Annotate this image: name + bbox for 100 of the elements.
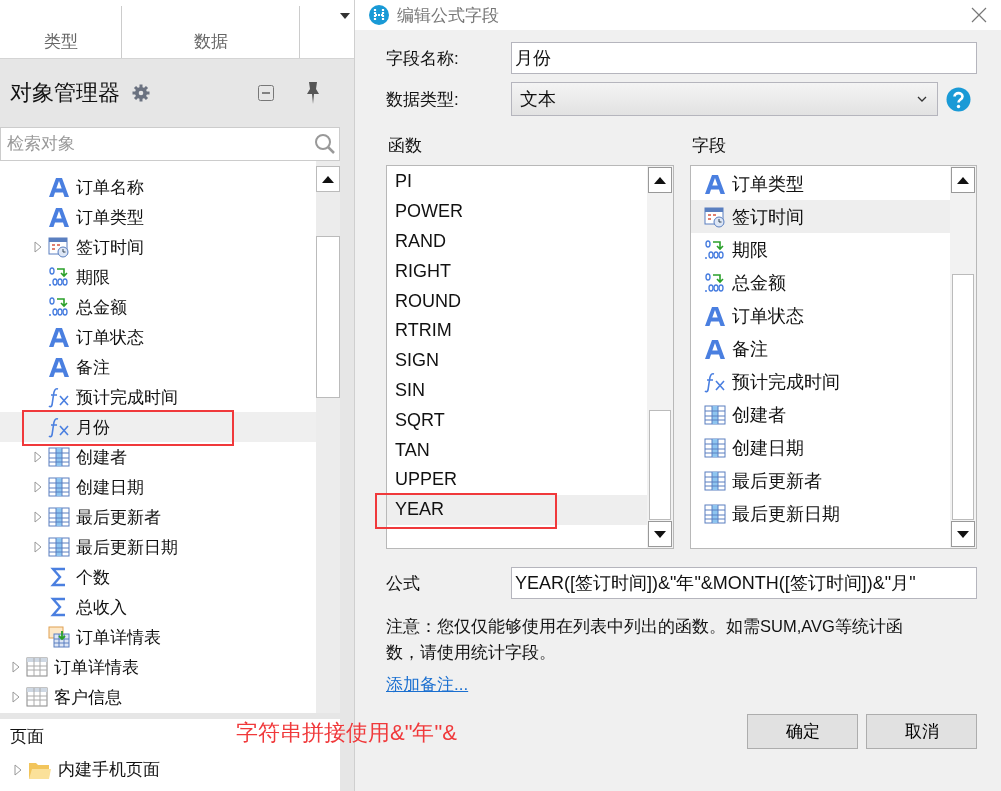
tree-item[interactable]: 最后更新者 (0, 502, 316, 532)
field-item[interactable]: 签订时间 (691, 200, 950, 233)
tree-item[interactable]: 创建者 (0, 442, 316, 472)
field-item[interactable]: 期限 (691, 233, 950, 266)
cancel-button[interactable]: 取消 (866, 714, 977, 749)
text-type-icon (48, 176, 70, 198)
scroll-down-icon[interactable] (957, 530, 969, 538)
scrollbar[interactable] (316, 161, 340, 713)
function-item[interactable]: YEAR (387, 494, 647, 525)
item-label: 总收入 (76, 596, 127, 619)
tree-item[interactable]: 备注 (0, 352, 316, 382)
field-item[interactable]: 订单类型 (691, 167, 950, 200)
item-label: 创建日期 (732, 436, 804, 460)
tree-item[interactable]: 订单名称 (0, 172, 316, 202)
table-icon (48, 536, 70, 558)
expand-icon[interactable] (12, 661, 20, 673)
section-title: 字段 (691, 135, 727, 157)
column-tab[interactable]: 类型 (0, 6, 122, 58)
function-item[interactable]: PI (387, 167, 647, 197)
tree-item[interactable]: 签订时间 (0, 232, 316, 262)
item-label: 签订时间 (76, 236, 144, 259)
function-item[interactable]: RAND (387, 226, 647, 257)
item-label: 订单类型 (732, 172, 804, 196)
function-item[interactable]: SQRT (387, 405, 647, 436)
tree-item[interactable]: 总收入 (0, 592, 316, 622)
tree-item[interactable]: 创建日期 (0, 472, 316, 502)
scroll-thumb[interactable] (952, 274, 974, 520)
expand-icon[interactable] (14, 763, 22, 776)
formula-field[interactable]: YEAR([签订时间])&"年"&MONTH([签订时间])&"月" (511, 567, 977, 599)
function-item[interactable]: TAN (387, 435, 647, 465)
help-icon[interactable] (946, 86, 971, 112)
field-item[interactable]: 创建者 (691, 398, 950, 431)
item-label: 最后更新日期 (76, 536, 178, 559)
search-field[interactable]: 检索对象 (0, 127, 340, 161)
tree-item[interactable]: 内建手机页面 (14, 758, 330, 781)
table-icon (26, 656, 48, 678)
scroll-up-icon[interactable] (322, 175, 334, 183)
tree-item[interactable]: 最后更新日期 (0, 532, 316, 562)
field-item[interactable]: 备注 (691, 332, 950, 365)
ok-button[interactable]: 确定 (747, 714, 858, 749)
tree-item[interactable]: 客户信息 (0, 682, 316, 712)
item-label: 最后更新日期 (732, 502, 840, 526)
number-type-icon (704, 271, 726, 294)
field-item[interactable]: 创建日期 (691, 431, 950, 464)
field-label: 字段名称: (386, 47, 460, 70)
item-label: 最后更新者 (76, 506, 161, 529)
expand-icon[interactable] (34, 541, 42, 553)
item-label: 客户信息 (54, 686, 122, 709)
function-item[interactable]: RTRIM (387, 316, 647, 346)
tree-item[interactable]: 订单详情表 (0, 652, 316, 682)
caret-icon[interactable] (340, 13, 350, 19)
number-type-icon (704, 238, 726, 261)
table-icon (48, 476, 70, 498)
item-label: 总金额 (76, 296, 127, 319)
expand-icon[interactable] (34, 511, 42, 523)
section-title: 函数 (387, 135, 423, 157)
scroll-up-icon[interactable] (957, 176, 969, 184)
function-item[interactable]: RIGHT (387, 256, 647, 287)
tree-item[interactable]: 订单状态 (0, 322, 316, 352)
column-tab[interactable]: 数据 (122, 6, 300, 58)
function-item[interactable]: UPPER (387, 464, 647, 495)
function-item[interactable]: ROUND (387, 286, 647, 316)
tree-item[interactable]: 订单类型 (0, 202, 316, 232)
tree-item[interactable]: 订单详情表 (0, 622, 316, 652)
expand-icon[interactable] (34, 241, 42, 253)
field-item[interactable]: 预计完成时间 (691, 365, 950, 398)
tree-item[interactable]: 预计完成时间 (0, 382, 316, 412)
item-label: 预计完成时间 (732, 370, 840, 394)
field-item[interactable]: 总金额 (691, 266, 950, 299)
scroll-up-icon[interactable] (654, 176, 666, 184)
tree-item[interactable]: 期限 (0, 262, 316, 292)
expand-icon[interactable] (34, 481, 42, 493)
table-icon (48, 506, 70, 528)
item-label: 订单名称 (76, 176, 144, 199)
scroll-down-icon[interactable] (654, 530, 666, 538)
tree-item[interactable]: 个数 (0, 562, 316, 592)
close-icon[interactable] (971, 7, 987, 23)
function-item[interactable]: SIN (387, 375, 647, 406)
collapse-icon[interactable] (258, 85, 274, 101)
text-type-icon (704, 172, 726, 195)
text-type-icon (48, 326, 70, 348)
function-item[interactable]: SIGN (387, 345, 647, 376)
item-label: 最后更新者 (732, 469, 822, 493)
field-item[interactable]: 订单状态 (691, 299, 950, 332)
type-dropdown[interactable]: 文本 (511, 82, 938, 116)
function-item[interactable]: POWER (387, 196, 647, 227)
item-label: 订单详情表 (54, 656, 139, 679)
field-item[interactable]: 最后更新者 (691, 464, 950, 497)
scroll-thumb[interactable] (649, 410, 671, 520)
name-field[interactable]: 月份 (511, 42, 977, 74)
tree-item[interactable]: 总金额 (0, 292, 316, 322)
formula-icon (48, 386, 70, 408)
expand-icon[interactable] (12, 691, 20, 703)
settings-icon[interactable] (132, 84, 150, 102)
expand-icon[interactable] (34, 451, 42, 463)
field-item[interactable]: 最后更新日期 (691, 497, 950, 530)
item-label: 备注 (76, 356, 110, 379)
add-note-link[interactable]: 添加备注... (386, 673, 469, 696)
item-label: 订单类型 (76, 206, 144, 229)
item-label: 订单详情表 (76, 626, 161, 649)
